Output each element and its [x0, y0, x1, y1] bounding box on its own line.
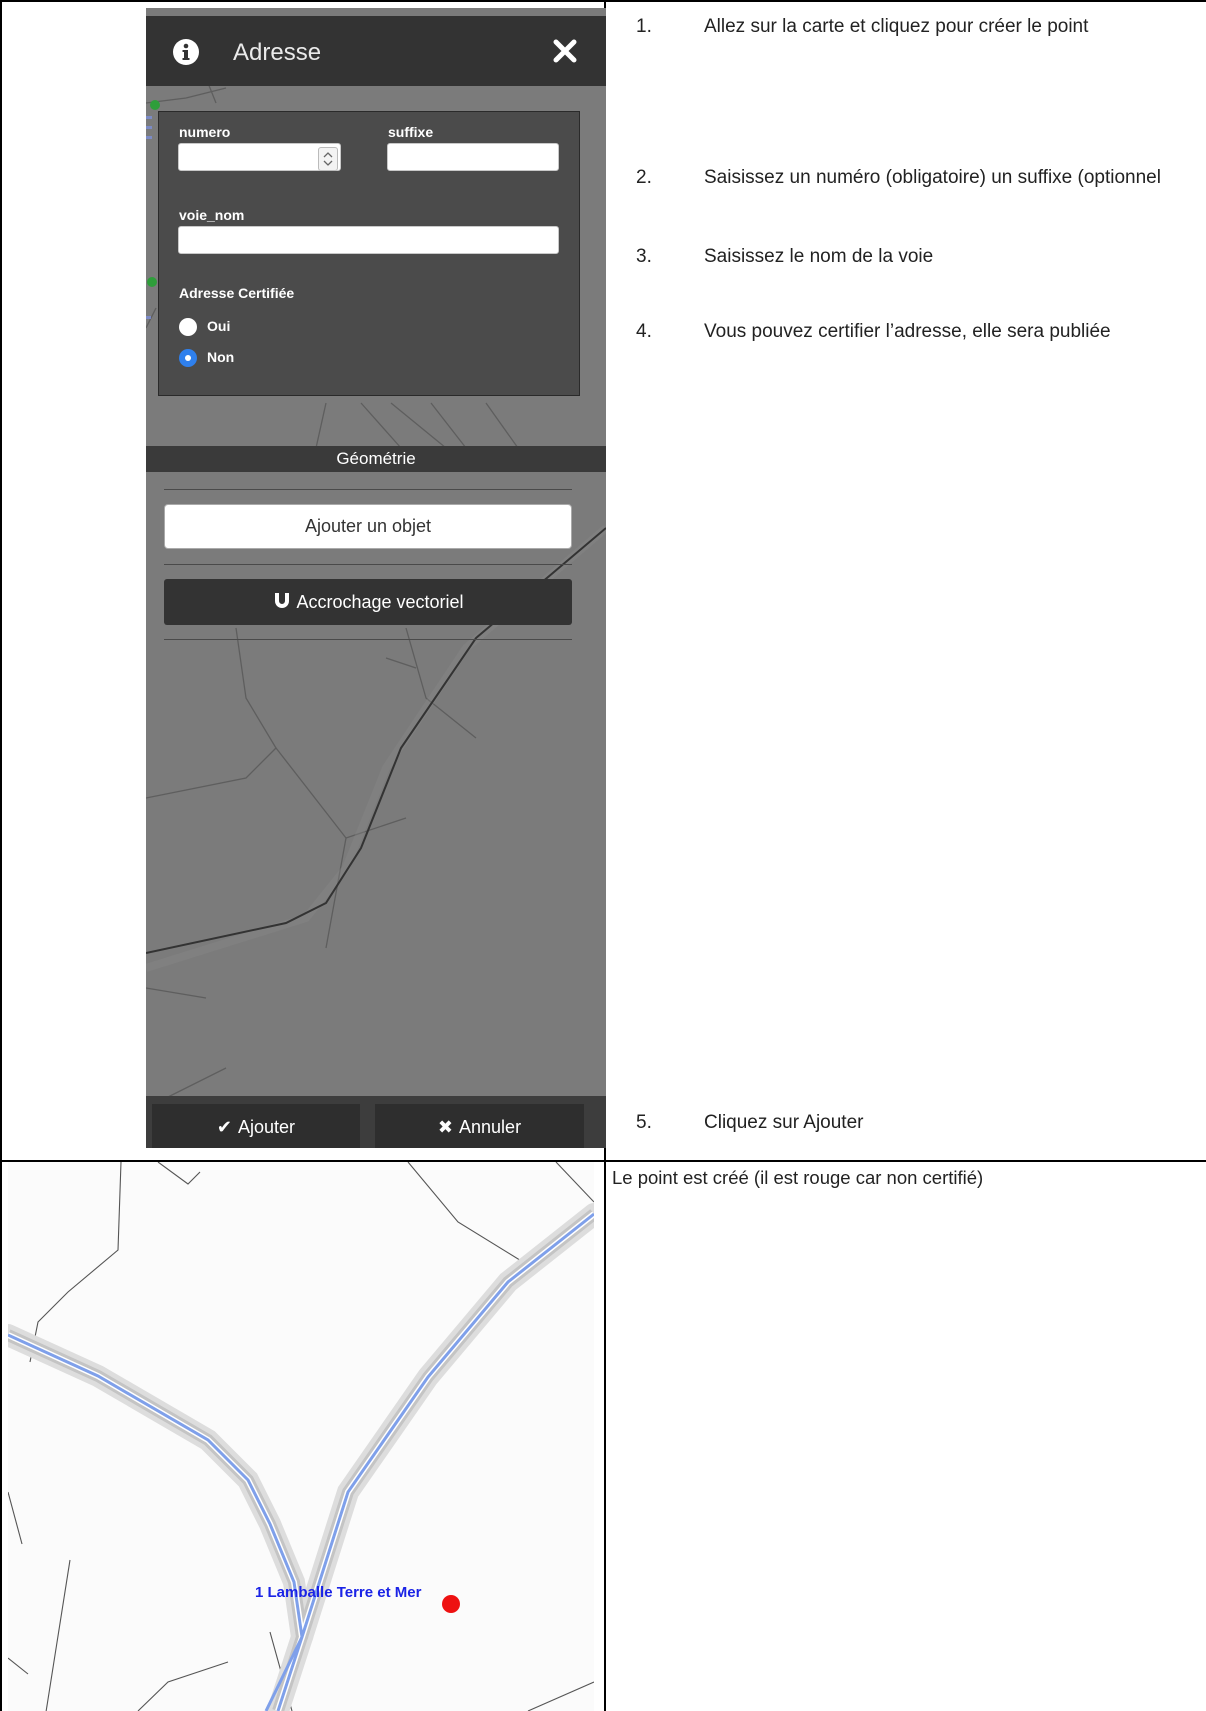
geometry-section-title: Géométrie — [146, 446, 606, 472]
radio-oui[interactable] — [179, 318, 197, 336]
step-3: 3. Saisissez le nom de la voie — [612, 240, 1202, 275]
stepper-arrows-icon — [323, 152, 333, 166]
add-object-button[interactable]: Ajouter un objet — [164, 504, 572, 549]
panel-footer: ✔ Ajouter ✖ Annuler — [146, 1096, 606, 1148]
table-border-top — [0, 0, 1206, 2]
step-5: 5. Cliquez sur Ajouter — [612, 1106, 1202, 1141]
submit-button[interactable]: ✔ Ajouter — [152, 1104, 360, 1148]
step-text: Saisissez le nom de la voie — [704, 246, 934, 267]
divider — [164, 489, 572, 490]
suffixe-label: suffixe — [388, 124, 434, 140]
document-table: Adresse numero suffixe voie_nom Adresse … — [0, 0, 1206, 1711]
voie-nom-label: voie_nom — [179, 207, 245, 223]
step-text: Vous pouvez certifier l’adresse, elle se… — [704, 321, 1111, 342]
step-number: 5. — [636, 1112, 652, 1133]
vector-snap-label: Accrochage vectoriel — [296, 592, 464, 612]
suffixe-input[interactable] — [387, 143, 559, 171]
vector-snap-button[interactable]: Accrochage vectoriel — [164, 579, 572, 625]
edit-panel-screenshot: Adresse numero suffixe voie_nom Adresse … — [146, 8, 606, 1148]
cancel-label: Annuler — [459, 1117, 522, 1137]
radio-non-label: Non — [207, 349, 235, 365]
step-number: 4. — [636, 321, 652, 342]
address-point-label: 1 Lamballe Terre et Mer — [255, 1584, 422, 1601]
step-number: 2. — [636, 167, 652, 188]
result-caption: Le point est créé (il est rouge car non … — [612, 1167, 984, 1188]
certified-label: Adresse Certifiée — [179, 285, 295, 301]
step-text: Allez sur la carte et cliquez pour créer… — [704, 16, 1089, 37]
submit-label: Ajouter — [238, 1117, 296, 1137]
step-number: 3. — [636, 246, 652, 267]
close-x-icon[interactable] — [552, 38, 578, 64]
panel-title: Adresse — [233, 39, 322, 66]
numero-input[interactable] — [178, 143, 341, 171]
voie-nom-input[interactable] — [178, 226, 559, 254]
divider — [164, 639, 572, 640]
divider — [164, 564, 572, 565]
radio-non[interactable] — [179, 349, 197, 367]
address-point[interactable] — [442, 1595, 460, 1613]
x-icon: ✖ — [437, 1117, 454, 1137]
cancel-button[interactable]: ✖ Annuler — [375, 1104, 584, 1148]
table-border-left — [0, 0, 2, 1711]
numero-stepper[interactable] — [318, 147, 338, 171]
numero-label: numero — [179, 124, 231, 140]
radio-oui-label: Oui — [207, 318, 231, 334]
step-1: 1. Allez sur la carte et cliquez pour cr… — [612, 10, 1202, 80]
step-4: 4. Vous pouvez certifier l’adresse, elle… — [612, 315, 1202, 385]
step-number: 1. — [636, 16, 652, 37]
magnet-icon — [275, 593, 290, 608]
info-circle-icon — [173, 39, 199, 65]
step-text: Cliquez sur Ajouter — [704, 1112, 864, 1133]
step-text: Saisissez un numéro (obligatoire) un suf… — [704, 167, 1161, 188]
address-form: numero suffixe voie_nom Adresse Certifié… — [158, 111, 580, 396]
panel-header: Adresse — [146, 16, 606, 86]
check-icon: ✔ — [216, 1117, 233, 1137]
parcel-map — [8, 1162, 594, 1711]
step-2: 2. Saisissez un numéro (obligatoire) un … — [612, 161, 1202, 231]
result-map: 1 Lamballe Terre et Mer — [8, 1162, 594, 1711]
